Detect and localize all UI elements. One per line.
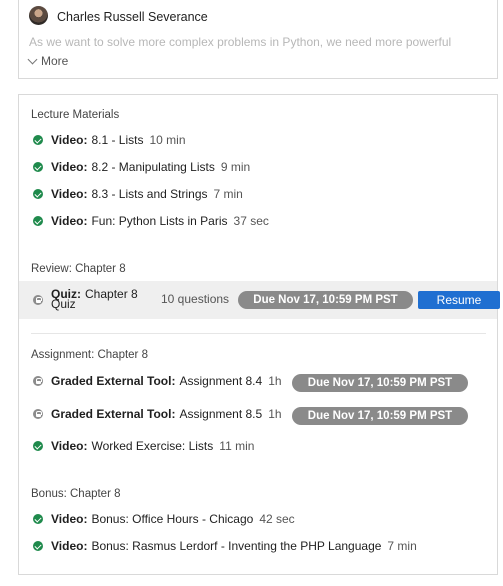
completed-check-icon	[33, 135, 43, 145]
chevron-down-icon	[27, 54, 38, 64]
assignment-item-3[interactable]: Video: Worked Exercise: Lists 11 min	[33, 437, 254, 455]
due-date-badge: Due Nov 17, 10:59 PM PST	[292, 374, 468, 392]
lock-icon	[33, 409, 43, 419]
lecture-item-4[interactable]: Video: Fun: Python Lists in Paris 37 sec	[33, 212, 269, 230]
assignment-item-2[interactable]: Graded External Tool: Assignment 8.5 1h	[33, 405, 282, 423]
course-info-card: Charles Russell Severance As we want to …	[18, 0, 498, 79]
more-label: More	[41, 54, 69, 68]
bonus-item-2[interactable]: Video: Bonus: Rasmus Lerdorf - Inventing…	[33, 537, 417, 555]
lock-icon	[33, 295, 43, 305]
instructor-name[interactable]: Charles Russell Severance	[57, 10, 208, 24]
instructor-avatar	[29, 6, 48, 25]
completed-check-icon	[33, 514, 43, 524]
due-date-badge: Due Nov 17, 10:59 PM PST	[292, 407, 468, 425]
completed-check-icon	[33, 162, 43, 172]
section-title-lecture: Lecture Materials	[31, 109, 120, 121]
section-title-bonus: Bonus: Chapter 8	[31, 488, 121, 500]
section-title-assignment: Assignment: Chapter 8	[31, 349, 148, 361]
question-count: 10 questions	[161, 292, 230, 306]
completed-check-icon	[33, 541, 43, 551]
bonus-item-1[interactable]: Video: Bonus: Office Hours - Chicago 42 …	[33, 510, 295, 528]
assignment-item-1[interactable]: Graded External Tool: Assignment 8.4 1h	[33, 372, 282, 390]
divider	[31, 333, 486, 334]
quiz-item[interactable]: Quiz: Chapter 8 Quiz 10 questions Due Nov…	[19, 281, 500, 319]
module-content-card: Lecture Materials Video: 8.1 - Lists 10 …	[18, 94, 500, 575]
completed-check-icon	[33, 216, 43, 226]
more-toggle[interactable]: More	[27, 54, 69, 68]
due-date-badge: Due Nov 17, 10:59 PM PST	[238, 291, 413, 309]
lecture-item-3[interactable]: Video: 8.3 - Lists and Strings 7 min	[33, 185, 243, 203]
lock-icon	[33, 376, 43, 386]
completed-check-icon	[33, 441, 43, 451]
lecture-item-2[interactable]: Video: 8.2 - Manipulating Lists 9 min	[33, 158, 250, 176]
section-title-review: Review: Chapter 8	[31, 263, 126, 275]
resume-button[interactable]: Resume	[418, 291, 500, 309]
lecture-item-1[interactable]: Video: 8.1 - Lists 10 min	[33, 131, 186, 149]
completed-check-icon	[33, 189, 43, 199]
module-description: As we want to solve more complex problem…	[29, 35, 452, 49]
